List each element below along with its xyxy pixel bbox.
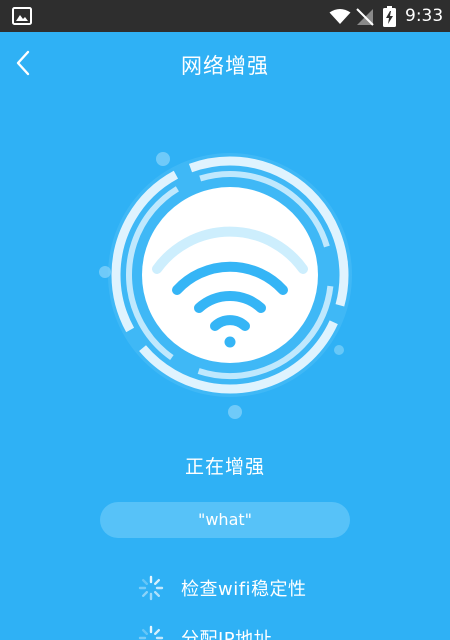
floating-dot — [156, 152, 170, 166]
status-text: 正在增强 — [184, 456, 265, 478]
floating-dot — [228, 405, 242, 419]
loading-spinner-icon — [138, 625, 164, 640]
status-bar: 9:33 — [0, 0, 450, 32]
task-item: 检查wifi稳定性 — [138, 574, 307, 602]
gallery-icon — [12, 7, 32, 25]
task-label: 检查wifi稳定性 — [181, 579, 307, 600]
task-item: 分配IP地址 — [138, 624, 272, 640]
floating-dot — [334, 345, 344, 355]
wifi-boost-animation — [95, 145, 355, 425]
wifi-status-icon — [329, 9, 351, 24]
boost-ring — [99, 152, 352, 419]
status-time: 9:33 — [405, 6, 444, 26]
app-bar: 网络增强 — [0, 32, 450, 94]
signal-icon — [356, 8, 374, 26]
task-label: 分配IP地址 — [181, 629, 273, 640]
loading-spinner-icon — [138, 575, 164, 601]
network-name-pill: "what" — [100, 502, 350, 538]
floating-dot — [99, 266, 111, 278]
page-title: 网络增强 — [181, 54, 269, 78]
battery-charging-icon — [383, 6, 396, 27]
